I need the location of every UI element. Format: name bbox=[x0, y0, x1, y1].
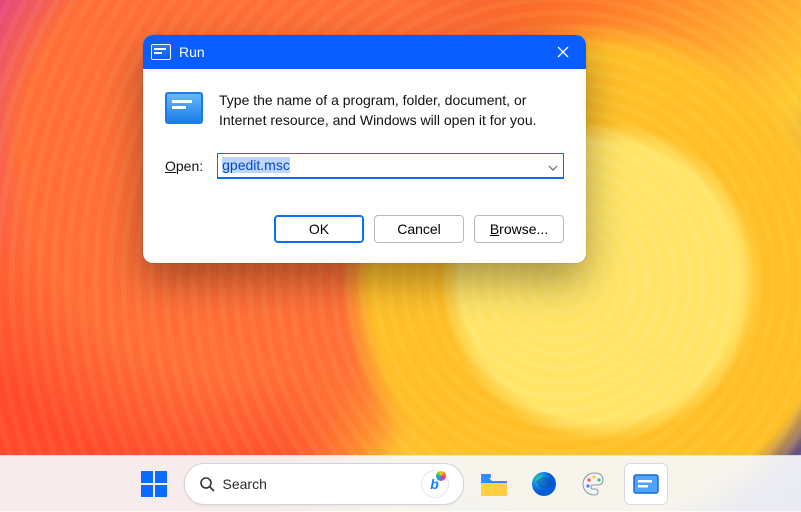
run-icon bbox=[151, 44, 171, 60]
file-explorer-button[interactable] bbox=[474, 464, 514, 504]
cancel-button[interactable]: Cancel bbox=[374, 215, 464, 243]
search-icon bbox=[199, 476, 215, 492]
open-label: Open: bbox=[165, 158, 203, 174]
chevron-down-icon[interactable] bbox=[548, 158, 558, 174]
run-large-icon bbox=[165, 92, 203, 124]
start-button[interactable] bbox=[134, 464, 174, 504]
run-dialog: Run Type the name of a program, folder, … bbox=[143, 35, 586, 263]
taskbar-search[interactable]: Search b bbox=[184, 463, 464, 505]
close-button[interactable] bbox=[540, 35, 586, 69]
open-input[interactable] bbox=[217, 153, 564, 179]
folder-icon bbox=[479, 472, 509, 496]
edge-browser-button[interactable] bbox=[524, 464, 564, 504]
search-placeholder: Search bbox=[223, 476, 413, 492]
window-title: Run bbox=[179, 44, 205, 60]
browse-button[interactable]: Browse... bbox=[474, 215, 564, 243]
run-taskbar-button[interactable] bbox=[624, 463, 668, 505]
titlebar[interactable]: Run bbox=[143, 35, 586, 69]
taskbar: Search b bbox=[0, 455, 801, 512]
dialog-button-row: OK Cancel Browse... bbox=[143, 215, 586, 263]
bing-chat-icon[interactable]: b bbox=[421, 470, 449, 498]
close-icon bbox=[557, 46, 569, 58]
paint-button[interactable] bbox=[574, 464, 614, 504]
open-combobox[interactable] bbox=[217, 153, 564, 179]
ok-button[interactable]: OK bbox=[274, 215, 364, 243]
run-icon bbox=[633, 474, 659, 494]
run-description: Type the name of a program, folder, docu… bbox=[219, 90, 564, 131]
windows-logo-icon bbox=[141, 471, 167, 497]
edge-icon bbox=[530, 470, 558, 498]
palette-icon bbox=[580, 470, 608, 498]
